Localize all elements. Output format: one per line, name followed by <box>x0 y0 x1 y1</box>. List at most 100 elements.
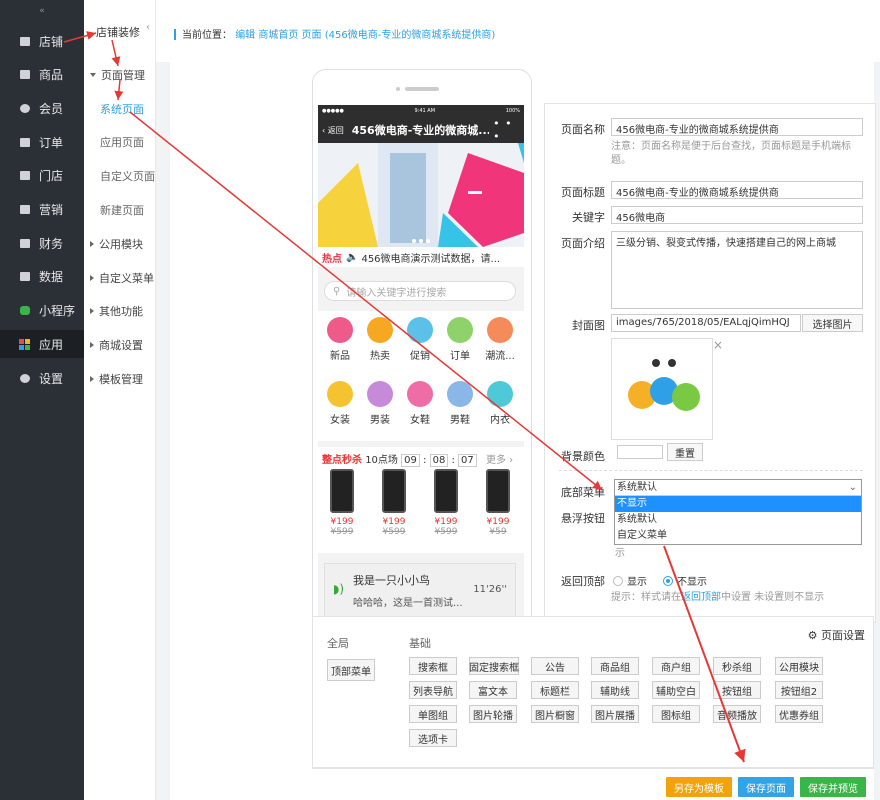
subnav-group-other[interactable]: 其他功能 <box>84 303 156 319</box>
subnav-group-mall-settings[interactable]: 商城设置 <box>84 337 156 353</box>
sidebar-item-shop[interactable]: 门店 <box>0 161 84 189</box>
seckill-product[interactable]: ¥199 ¥599 <box>376 469 412 537</box>
caret-right-icon <box>90 376 94 382</box>
widget-button[interactable]: 商户组 <box>652 657 700 675</box>
widget-button[interactable]: 选项卡 <box>409 729 457 747</box>
widget-button[interactable]: 按钮组 <box>713 681 761 699</box>
search-input[interactable]: ⚲ 请输入关键字进行搜索 <box>324 281 516 301</box>
icon-nav-item[interactable]: 男鞋 <box>440 381 480 426</box>
widget-button[interactable]: 优惠券组 <box>775 705 823 723</box>
select-current-value[interactable]: 系统默认 ⌄ <box>615 480 861 496</box>
seckill-more-link[interactable]: 更多 › <box>486 455 513 466</box>
widget-button[interactable]: 图片橱窗 <box>531 705 579 723</box>
icon-nav-item[interactable]: 促销 <box>400 317 440 362</box>
banner-carousel[interactable] <box>318 143 524 247</box>
goods-icon <box>18 68 31 81</box>
widget-button[interactable]: 固定搜索框 <box>469 657 519 675</box>
widget-button[interactable]: 辅助线 <box>591 681 639 699</box>
subnav-item-system-page[interactable]: 系统页面 <box>84 101 156 117</box>
icon-nav-item[interactable]: 女装 <box>320 381 360 426</box>
select-option[interactable]: 不显示 <box>615 496 861 512</box>
sidebar-item-store[interactable]: 店铺 <box>0 27 84 55</box>
subnav-item-custom-page[interactable]: 自定义页面 <box>84 168 156 184</box>
page-settings-button[interactable]: ⚙ 页面设置 <box>808 627 865 643</box>
widget-button[interactable]: 按钮组2 <box>775 681 823 699</box>
subnav-collapse-icon[interactable]: ‹ <box>146 22 150 33</box>
sidebar-item-data[interactable]: 数据 <box>0 262 84 290</box>
widget-button[interactable]: 音频播放 <box>713 705 761 723</box>
seckill-header: 整点秒杀 10点场 09 : 08 : 07 更多 › <box>322 454 514 467</box>
keyword-input[interactable]: 456微电商 <box>611 206 863 224</box>
widget-button[interactable]: 图标组 <box>652 705 700 723</box>
notice-bar[interactable]: 热点 🔈 456微电商演示测试数据，请... <box>318 247 524 267</box>
back-top-radio-hide[interactable]: 不显示 <box>663 573 707 588</box>
select-option[interactable]: 系统默认 <box>615 512 861 528</box>
seckill-product[interactable]: ¥199 ¥59 <box>480 469 516 537</box>
page-title-input[interactable]: 456微电商-专业的微商城系统提供商 <box>611 181 863 199</box>
subnav-group-template[interactable]: 模板管理 <box>84 371 156 387</box>
subnav-item-new-page[interactable]: 新建页面 <box>84 202 156 218</box>
sidebar-collapse-button[interactable]: « <box>0 6 84 16</box>
bg-reset-button[interactable]: 重置 <box>667 443 703 461</box>
select-option[interactable]: 自定义菜单 <box>615 528 861 544</box>
seckill-product[interactable]: ¥199 ¥599 <box>428 469 464 537</box>
men-shoes-icon <box>447 381 473 407</box>
product-image <box>486 469 510 513</box>
seckill-product[interactable]: ¥199 ¥599 <box>324 469 360 537</box>
icon-nav-item[interactable]: 订单 <box>440 317 480 362</box>
subnav-group-page-manage[interactable]: 页面管理 <box>84 67 156 83</box>
sidebar-item-miniprogram[interactable]: 小程序 <box>0 296 84 324</box>
sidebar-item-label: 财务 <box>39 236 64 251</box>
page-name-input[interactable]: 456微电商-专业的微商城系统提供商 <box>611 118 863 136</box>
sidebar-item-goods[interactable]: 商品 <box>0 60 84 88</box>
back-top-link[interactable]: 返回顶部 <box>681 592 721 603</box>
save-page-button[interactable]: 保存页面 <box>738 777 794 797</box>
sidebar-item-member[interactable]: 会员 <box>0 94 84 122</box>
subnav-group-public-module[interactable]: 公用模块 <box>84 236 156 252</box>
icon-nav-item[interactable]: 热卖 <box>360 317 400 362</box>
widget-button[interactable]: 公告 <box>531 657 579 675</box>
widget-button[interactable]: 商品组 <box>591 657 639 675</box>
icon-nav-item[interactable]: 女鞋 <box>400 381 440 426</box>
bottom-menu-select[interactable]: 系统默认 ⌄ 不显示 系统默认 自定义菜单 <box>614 479 862 545</box>
remove-cover-icon[interactable]: × <box>713 338 723 352</box>
sidebar-item-order[interactable]: 订单 <box>0 128 84 156</box>
back-button[interactable]: ‹ 返回 <box>322 125 344 136</box>
back-top-radio-show[interactable]: 显示 <box>613 573 647 588</box>
save-as-template-button[interactable]: 另存为模板 <box>666 777 732 797</box>
icon-nav-item[interactable]: 潮流... <box>480 317 520 362</box>
widget-button[interactable]: 图片轮播 <box>469 705 517 723</box>
sidebar-item-label: 店铺 <box>39 34 64 49</box>
subnav-item-app-page[interactable]: 应用页面 <box>84 134 156 150</box>
widget-button[interactable]: 辅助空白 <box>652 681 700 699</box>
speaker-slot <box>405 87 439 91</box>
widget-button[interactable]: 公用模块 <box>775 657 823 675</box>
sidebar-item-finance[interactable]: 财务 <box>0 229 84 257</box>
widget-button[interactable]: 列表导航 <box>409 681 457 699</box>
sidebar-item-apps[interactable]: 应用 <box>0 330 84 358</box>
page-settings-form: 页面名称 456微电商-专业的微商城系统提供商 注意：页面名称是便于后台查找，页… <box>544 103 876 623</box>
bg-color-label: 背景颜色 <box>561 450 605 463</box>
widget-button[interactable]: 秒杀组 <box>713 657 761 675</box>
save-and-preview-button[interactable]: 保存并预览 <box>800 777 866 797</box>
breadcrumb-path[interactable]: 编辑 商城首页 页面 (456微电商-专业的微商城系统提供商) <box>235 30 495 41</box>
choose-image-button[interactable]: 选择图片 <box>802 314 863 332</box>
more-icon[interactable]: • • • <box>493 117 524 143</box>
subnav-group-label: 页面管理 <box>101 69 145 82</box>
top-menu-button[interactable]: 顶部菜单 <box>327 659 375 681</box>
widget-button[interactable]: 单图组 <box>409 705 457 723</box>
icon-nav-item[interactable]: 内衣 <box>480 381 520 426</box>
widget-button[interactable]: 标题栏 <box>531 681 579 699</box>
cover-path-input[interactable]: images/765/2018/05/EALqjQimHQJ <box>611 314 801 332</box>
widget-button[interactable]: 图片展播 <box>591 705 639 723</box>
icon-nav-item[interactable]: 男装 <box>360 381 400 426</box>
sidebar-item-settings[interactable]: 设置 <box>0 364 84 392</box>
intro-textarea[interactable]: 三级分销、裂变式传播，快速搭建自己的网上商城 <box>611 231 863 309</box>
icon-nav-item[interactable]: 新品 <box>320 317 360 362</box>
audio-player[interactable]: ◗) 我是一只小小鸟 哈哈哈，这是一首测试... 11'26'' <box>324 563 516 619</box>
subnav-group-custom-menu[interactable]: 自定义菜单 <box>84 270 156 286</box>
widget-button[interactable]: 搜索框 <box>409 657 457 675</box>
sidebar-item-marketing[interactable]: 营销 <box>0 195 84 223</box>
widget-button[interactable]: 富文本 <box>469 681 517 699</box>
bg-color-swatch[interactable] <box>617 445 663 459</box>
